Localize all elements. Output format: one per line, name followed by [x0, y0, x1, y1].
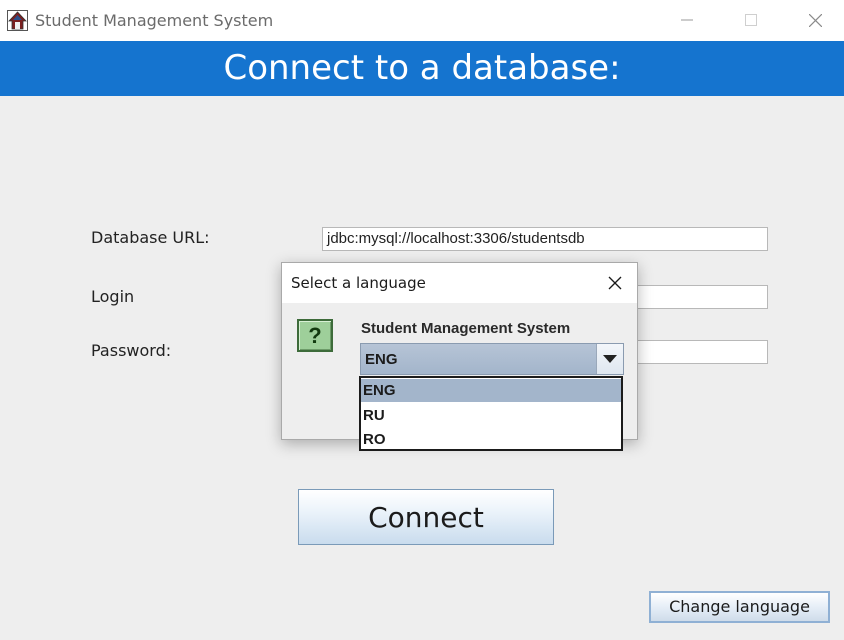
login-label: Login: [91, 287, 135, 306]
language-selected-value: ENG: [365, 351, 398, 368]
combobox-arrow-button[interactable]: [596, 344, 623, 374]
close-icon: [608, 276, 622, 290]
minimize-button[interactable]: [664, 0, 710, 41]
chevron-down-icon: [603, 355, 617, 363]
language-option-ro[interactable]: RO: [361, 428, 621, 451]
maximize-icon: [745, 14, 757, 26]
app-logo-icon: [7, 10, 28, 31]
close-icon: [809, 14, 822, 27]
change-language-button[interactable]: Change language: [649, 591, 830, 623]
dialog-title: Select a language: [291, 274, 426, 292]
database-url-label: Database URL:: [91, 228, 210, 247]
language-combobox[interactable]: ENG: [360, 343, 624, 375]
dialog-message: Student Management System: [361, 320, 571, 337]
language-option-eng[interactable]: ENG: [361, 379, 621, 402]
window-titlebar: Student Management System: [0, 0, 844, 41]
language-option-ru[interactable]: RU: [361, 404, 621, 427]
page-banner: Connect to a database:: [0, 41, 844, 96]
connect-button[interactable]: Connect: [298, 489, 554, 545]
close-button[interactable]: [792, 0, 838, 41]
maximize-button[interactable]: [728, 0, 774, 41]
dialog-titlebar: Select a language: [282, 263, 637, 303]
dialog-close-button[interactable]: [593, 263, 637, 303]
language-dropdown-list: ENG RU RO: [359, 376, 623, 451]
question-icon: ?: [297, 319, 333, 352]
database-url-input[interactable]: jdbc:mysql://localhost:3306/studentsdb: [322, 227, 768, 251]
password-label: Password:: [91, 341, 172, 360]
minimize-icon: [681, 19, 693, 21]
question-glyph: ?: [308, 323, 322, 348]
window-title: Student Management System: [35, 11, 274, 30]
